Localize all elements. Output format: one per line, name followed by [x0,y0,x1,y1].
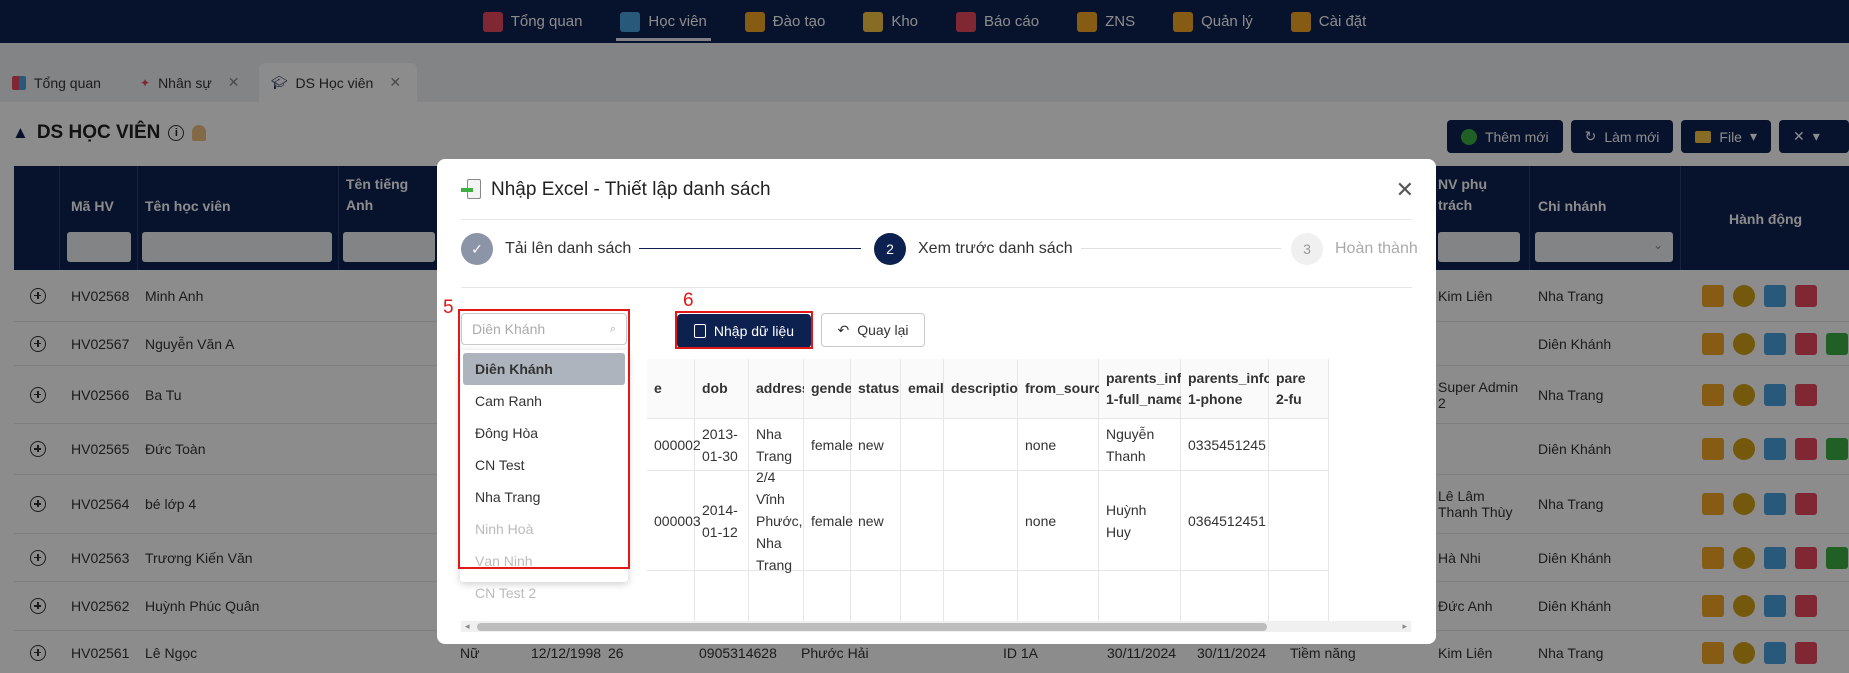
annotation-label-5: 5 [443,297,454,318]
preview-column: description [944,359,1026,621]
preview-cell: 2014-01-12 [695,471,748,571]
preview-cell [1269,419,1328,471]
preview-cell [901,419,943,471]
preview-column: from_source none none [1018,359,1110,621]
horizontal-scrollbar[interactable]: ◂ ▸ [461,621,1411,632]
preview-column: parents_info-1-full_name Nguyễn Thanh Huỳn… [1099,359,1195,621]
preview-table: ◂ ▸ e 000002 000003 dob 2013-01-30 2014-01-12… [461,359,1411,632]
preview-column-header: pare 2-fu [1269,359,1328,419]
preview-cell: female [804,419,853,471]
preview-column: email [901,359,944,621]
preview-cell: female [804,471,853,571]
preview-column: e 000002 000003 [647,359,701,621]
preview-column-header: parents_info-1-phone [1181,359,1277,419]
preview-cell: new [851,419,900,471]
modal-header: Nhập Excel - Thiết lập danh sách [461,179,771,201]
step-label: Hoàn thành [1335,240,1418,257]
step-label: Tải lên danh sách [505,240,632,257]
preview-cell [901,471,943,571]
preview-column: address Nha Trang 2/4 Vĩnh Phước, Nha Tran… [749,359,810,621]
preview-column-header: dob [695,359,748,419]
preview-column-header: gender [804,359,858,419]
preview-cell: Huỳnh Huy [1099,471,1180,571]
undo-icon: ↶ [837,321,850,338]
preview-cell: 2/4 Vĩnh Phước, Nha Trang [749,469,803,573]
preview-cell [944,471,1017,571]
preview-cell: Nha Trang [749,419,803,471]
preview-column-header: from_source [1018,359,1110,419]
preview-cell [944,419,1017,471]
preview-column-header: description [944,359,1026,419]
preview-column-header: address [749,359,810,419]
back-button[interactable]: ↶ Quay lại [821,313,925,347]
scroll-left-icon[interactable]: ◂ [465,621,470,632]
preview-column: parents_info-1-phone 0335451245 0364512451 [1181,359,1277,621]
preview-column: status new new [851,359,901,621]
preview-cell: 2013-01-30 [695,419,748,471]
preview-column-header: parents_info-1-full_name [1099,359,1195,419]
preview-cell: new [851,471,900,571]
import-excel-modal: Nhập Excel - Thiết lập danh sách ✕ ✓ Tải… [437,159,1436,644]
preview-cell: 000002 [647,419,701,471]
preview-cell: none [1018,471,1098,571]
preview-column-header: e [647,359,694,419]
check-icon: ✓ [461,233,493,265]
preview-cell: 0364512451 [1181,471,1268,571]
preview-column-header: status [851,359,900,419]
step-preview: 2 Xem trước danh sách [874,233,1073,265]
scroll-right-icon[interactable]: ▸ [1402,621,1407,632]
annotation-label-6: 6 [683,290,694,311]
back-label: Quay lại [857,322,909,338]
modal-title: Nhập Excel - Thiết lập danh sách [491,179,771,200]
preview-cell: 000003 [647,471,701,571]
annotation-box-6 [675,311,813,349]
step-number: 2 [874,233,906,265]
preview-column: gender female female [804,359,858,621]
excel-import-icon [461,179,483,201]
preview-column-header: email [901,359,944,419]
preview-column: dob 2013-01-30 2014-01-12 [695,359,749,621]
close-icon[interactable]: ✕ [1396,177,1414,203]
preview-cell: 0335451245 [1181,419,1268,471]
preview-cell: Nguyễn Thanh [1099,419,1180,471]
scrollbar-thumb[interactable] [477,623,1267,631]
preview-cell: none [1018,419,1098,471]
step-upload: ✓ Tải lên danh sách [461,233,631,265]
preview-cell [1269,471,1328,571]
preview-column: pare 2-fu [1269,359,1329,621]
step-label: Xem trước danh sách [918,240,1073,257]
step-complete: 3 Hoàn thành [1291,233,1418,265]
step-number: 3 [1291,233,1323,265]
